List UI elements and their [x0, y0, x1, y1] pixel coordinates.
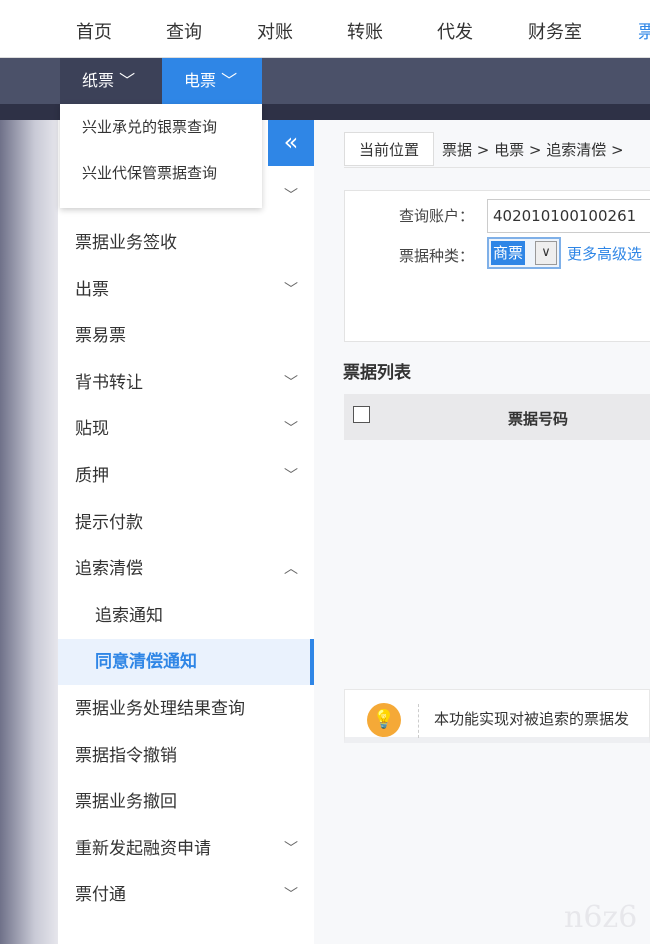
sidebar-item[interactable]: 贴现 ﹀	[58, 406, 314, 452]
sidebar-item[interactable]: 同意清偿通知	[58, 639, 314, 686]
sidebar-item-label: 背书转让	[75, 372, 143, 393]
breadcrumb-path: 票据 > 电票 > 追索清偿 >	[442, 141, 624, 159]
chevron-down-icon: ﹀	[119, 71, 136, 90]
top-nav: 首页 查询 对账 转账 代发 财务室 票	[0, 0, 650, 58]
table-header: 票据号码	[344, 394, 650, 440]
sidebar-item[interactable]: 重新发起融资申请 ﹀	[58, 826, 314, 872]
sidebar-item-label: 票据业务处理结果查询	[75, 699, 245, 719]
account-input[interactable]: 402010100100261	[487, 199, 650, 233]
tab-paper-bill[interactable]: 纸票 ﹀	[60, 58, 162, 104]
sub-nav: 纸票 ﹀ 电票 ﹀	[0, 58, 650, 104]
collapse-sidebar-button[interactable]: «	[268, 120, 314, 166]
chevron-down-icon: ﹀	[284, 421, 298, 438]
sidebar-item-label: 票易票	[75, 326, 126, 347]
sidebar-item-label: 质押	[75, 466, 109, 486]
bill-type-value: 商票	[491, 241, 526, 265]
sidebar-item[interactable]: 票据业务签收	[58, 220, 314, 266]
nav-transfer[interactable]: 转账	[347, 18, 383, 44]
sidebar-item[interactable]: 追索通知	[58, 593, 314, 639]
background	[0, 120, 58, 944]
sidebar-item-label: 票据指令撤销	[75, 745, 177, 766]
tab-electronic-bill[interactable]: 电票 ﹀	[162, 58, 262, 104]
sidebar-item[interactable]: 出票 ﹀	[58, 267, 314, 313]
tab-label: 纸票	[82, 71, 115, 90]
electronic-bill-dropdown: 兴业承兑的银票查询 兴业代保管票据查询	[60, 104, 262, 208]
sidebar-item[interactable]: 追索清偿 ︿	[58, 546, 314, 592]
sidebar-item-label: 票据业务签收	[75, 233, 177, 253]
sidebar-item-label: 贴现	[75, 419, 109, 440]
breadcrumb: 当前位置 票据 > 电票 > 追索清偿 >	[344, 132, 650, 168]
nav-home[interactable]: 首页	[76, 18, 112, 44]
tab-label: 电票	[184, 71, 217, 90]
query-form: 查询账户： 402010100100261 票据种类： 商票 ∨ 更多高级选	[344, 190, 650, 342]
advanced-options-link[interactable]: 更多高级选	[567, 243, 642, 264]
menu-item-custody-query[interactable]: 兴业代保管票据查询	[60, 150, 262, 196]
column-bill-number: 票据号码	[508, 410, 569, 428]
list-title: 票据列表	[343, 363, 411, 383]
sidebar-item[interactable]: 票据指令撤销	[58, 733, 314, 779]
chevron-down-icon: ﹀	[284, 468, 298, 484]
sidebar-item-label: 票据业务撤回	[75, 792, 177, 813]
chevron-down-icon: ﹀	[284, 840, 298, 857]
chevron-down-icon: ﹀	[284, 188, 298, 204]
account-label: 查询账户：	[399, 207, 475, 225]
sidebar-item[interactable]: 提示付款	[58, 500, 314, 546]
chevron-down-icon: ∨	[535, 241, 557, 265]
sidebar-item[interactable]: 背书转让 ﹀	[58, 360, 314, 406]
nav-finance[interactable]: 财务室	[528, 18, 582, 44]
menu-item-cib-accepted-query[interactable]: 兴业承兑的银票查询	[60, 104, 262, 150]
chevron-down-icon: ﹀	[284, 281, 298, 298]
chevron-down-icon: ﹀	[221, 71, 238, 90]
sidebar-item-label: 票付通	[75, 885, 126, 906]
chevron-up-icon: ︿	[284, 561, 298, 578]
tip-box: 💡 本功能实现对被追索的票据发	[344, 689, 650, 743]
watermark: n6z6	[564, 900, 638, 935]
nav-reconcile[interactable]: 对账	[257, 18, 293, 44]
sidebar-item[interactable]: 票易票	[58, 313, 314, 359]
bill-type-select[interactable]: 商票 ∨	[487, 237, 561, 269]
sidebar-item-label: 提示付款	[75, 512, 143, 533]
sidebar-item-label: 追索通知	[95, 605, 163, 626]
sidebar-item[interactable]: 质押 ﹀	[58, 453, 314, 499]
sidebar-item-label: 同意清偿通知	[95, 652, 197, 673]
sidebar-item[interactable]: 票付通 ﹀	[58, 872, 314, 918]
tip-text: 本功能实现对被追索的票据发	[434, 710, 630, 728]
sidebar-item[interactable]: 票据业务撤回	[58, 779, 314, 825]
breadcrumb-current-label: 当前位置	[344, 132, 435, 166]
lightbulb-icon: 💡	[367, 703, 401, 737]
nav-query[interactable]: 查询	[166, 18, 202, 44]
nav-bills[interactable]: 票	[638, 18, 650, 44]
sidebar-item-label: 出票	[75, 279, 109, 300]
sidebar-item[interactable]: 票据业务处理结果查询	[58, 686, 314, 732]
sidebar-item-label: 追索清偿	[75, 559, 143, 580]
nav-payroll[interactable]: 代发	[437, 18, 473, 44]
chevron-down-icon: ﹀	[284, 374, 298, 391]
bill-type-label: 票据种类：	[399, 247, 475, 265]
divider	[418, 704, 419, 738]
chevron-down-icon: ﹀	[284, 887, 298, 904]
select-all-checkbox[interactable]	[353, 406, 370, 423]
sidebar-item-label: 重新发起融资申请	[75, 838, 211, 859]
